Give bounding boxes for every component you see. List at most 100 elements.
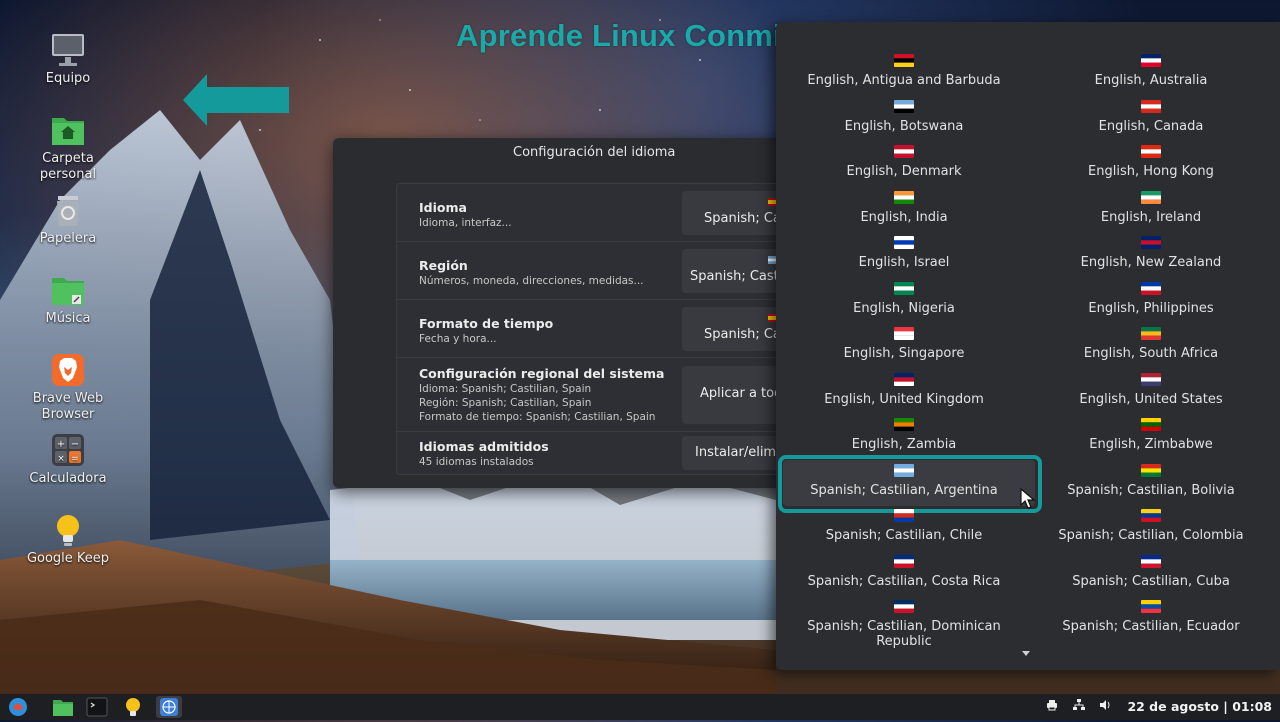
language-option[interactable]: English, Singapore xyxy=(779,327,1029,361)
language-option-label: Spanish; Castilian, Argentina xyxy=(810,482,998,498)
language-option-label: English, Nigeria xyxy=(853,300,955,316)
desktop-icon-label: Equipo xyxy=(45,71,91,86)
desktop-icon-label: Calculadora xyxy=(29,471,107,486)
flag-icon xyxy=(894,463,914,477)
language-option[interactable]: Spanish; Castilian, Dominican Republic xyxy=(779,600,1029,649)
brave-icon xyxy=(50,352,86,388)
flag-icon xyxy=(1141,463,1161,477)
row-time-format: Formato de tiempo Fecha y hora... Spanis… xyxy=(397,300,813,358)
language-option-label: English, Israel xyxy=(858,255,950,270)
language-option[interactable]: English, South Africa xyxy=(1026,327,1276,361)
scroll-down-icon[interactable] xyxy=(1022,651,1030,656)
language-option-label: English, Hong Kong xyxy=(1088,164,1214,179)
language-option-label: Spanish; Castilian, Ecuador xyxy=(1062,619,1240,634)
flag-icon xyxy=(1141,372,1161,386)
language-option-label: Spanish; Castilian, Chile xyxy=(825,528,983,543)
flag-icon xyxy=(894,509,914,522)
keep-icon xyxy=(50,512,86,548)
language-option[interactable]: English, Ireland xyxy=(1026,190,1276,225)
flag-icon xyxy=(1141,99,1161,113)
flag-icon xyxy=(1141,281,1161,295)
language-option[interactable]: Spanish; Castilian, Costa Rica xyxy=(779,554,1029,589)
language-option[interactable]: English, United States xyxy=(1026,372,1276,407)
svg-text:=: = xyxy=(71,454,79,464)
language-option[interactable]: Spanish; Castilian, Bolivia xyxy=(1026,463,1276,498)
desktop-icon-brave[interactable]: Brave Web Browser xyxy=(18,352,118,423)
flag-icon xyxy=(894,554,914,568)
desktop-icon-calculator[interactable]: + − × = Calculadora xyxy=(18,432,118,487)
language-option[interactable]: Spanish; Castilian, Colombia xyxy=(1026,509,1276,543)
language-settings-icon[interactable] xyxy=(156,696,182,718)
file-manager-icon[interactable] xyxy=(50,696,76,718)
language-option[interactable]: English, Denmark xyxy=(779,145,1029,179)
language-option[interactable]: English, Canada xyxy=(1026,99,1276,134)
desktop-icon-label: Carpeta personal xyxy=(39,151,97,182)
mouse-cursor-icon xyxy=(1020,488,1036,509)
language-option[interactable]: English, Israel xyxy=(779,236,1029,270)
language-option[interactable]: Spanish; Castilian, Cuba xyxy=(1026,554,1276,589)
printer-icon[interactable] xyxy=(1046,694,1060,720)
flag-icon xyxy=(894,600,914,613)
taskbar: 22 de agosto | 01:08 xyxy=(0,694,1280,720)
language-option[interactable]: English, Antigua and Barbuda xyxy=(779,54,1029,88)
flag-icon xyxy=(1141,236,1161,249)
flag-icon xyxy=(1141,600,1161,613)
language-option-label: English, Antigua and Barbuda xyxy=(807,73,1001,88)
language-option[interactable]: Spanish; Castilian, Argentina xyxy=(779,463,1029,498)
language-option-label: English, Zimbabwe xyxy=(1089,437,1213,452)
language-option-label: English, United Kingdom xyxy=(824,391,984,407)
language-option-label: English, New Zealand xyxy=(1080,255,1222,270)
window-title: Configuración del idioma xyxy=(513,145,676,160)
pointer-arrow-icon xyxy=(183,74,289,126)
desktop-icon-equipo[interactable]: Equipo xyxy=(18,32,118,87)
svg-text:−: − xyxy=(71,439,79,450)
language-option[interactable]: English, Philippines xyxy=(1026,281,1276,316)
language-option-label: English, Botswana xyxy=(844,118,964,134)
flag-icon xyxy=(894,327,914,340)
language-option-label: English, South Africa xyxy=(1083,346,1219,361)
desktop-icon-keep[interactable]: Google Keep xyxy=(18,512,118,567)
system-tray: 22 de agosto | 01:08 xyxy=(1046,694,1272,720)
language-option[interactable]: English, Zambia xyxy=(779,418,1029,452)
language-option[interactable]: English, Hong Kong xyxy=(1026,145,1276,179)
keep-icon[interactable] xyxy=(120,696,146,718)
flag-icon xyxy=(894,281,914,295)
language-option[interactable]: English, Australia xyxy=(1026,54,1276,88)
clock[interactable]: 22 de agosto | 01:08 xyxy=(1127,699,1272,714)
language-option[interactable]: English, New Zealand xyxy=(1026,236,1276,270)
language-option-label: Spanish; Castilian, Colombia xyxy=(1058,528,1244,543)
language-option[interactable]: Spanish; Castilian, Chile xyxy=(779,509,1029,543)
language-option[interactable]: English, Zimbabwe xyxy=(1026,418,1276,452)
desktop-icon-music[interactable]: Música xyxy=(18,272,118,327)
language-option[interactable]: English, United Kingdom xyxy=(779,372,1029,407)
flag-icon xyxy=(894,99,914,113)
language-option[interactable]: Spanish; Castilian, Ecuador xyxy=(1026,600,1276,634)
desktop-icon-label: Papelera xyxy=(39,231,97,246)
flag-icon xyxy=(1141,145,1161,158)
language-option-label: English, Ireland xyxy=(1100,209,1202,225)
language-option[interactable]: English, Nigeria xyxy=(779,281,1029,316)
language-option-label: Spanish; Castilian, Dominican Republic xyxy=(807,619,1001,649)
language-option-label: Spanish; Castilian, Bolivia xyxy=(1067,482,1235,498)
desktop-icon-home[interactable]: Carpeta personal xyxy=(18,112,118,183)
language-option-label: English, Philippines xyxy=(1088,300,1214,316)
music-folder-icon xyxy=(50,272,86,308)
flag-icon xyxy=(894,54,914,67)
svg-text:×: × xyxy=(57,454,65,464)
language-option-label: English, Canada xyxy=(1098,118,1204,134)
row-supported-languages: Idiomas admitidos 45 idiomas instalados … xyxy=(397,432,813,474)
terminal-icon[interactable] xyxy=(84,696,110,718)
flag-icon xyxy=(894,190,914,204)
trash-icon xyxy=(50,192,86,228)
desktop-icon-trash[interactable]: Papelera xyxy=(18,192,118,247)
network-icon[interactable] xyxy=(1072,694,1087,720)
language-option-label: English, India xyxy=(860,209,948,225)
language-option[interactable]: English, India xyxy=(779,190,1029,225)
flag-icon xyxy=(894,418,914,431)
language-option[interactable]: English, Botswana xyxy=(779,99,1029,134)
volume-icon[interactable] xyxy=(1099,694,1113,720)
app-menu-icon[interactable] xyxy=(5,696,31,718)
flag-icon xyxy=(1141,418,1161,431)
language-option-label: English, Denmark xyxy=(846,164,962,179)
language-settings-window: Configuración del idioma Idioma Idioma, … xyxy=(333,138,813,488)
